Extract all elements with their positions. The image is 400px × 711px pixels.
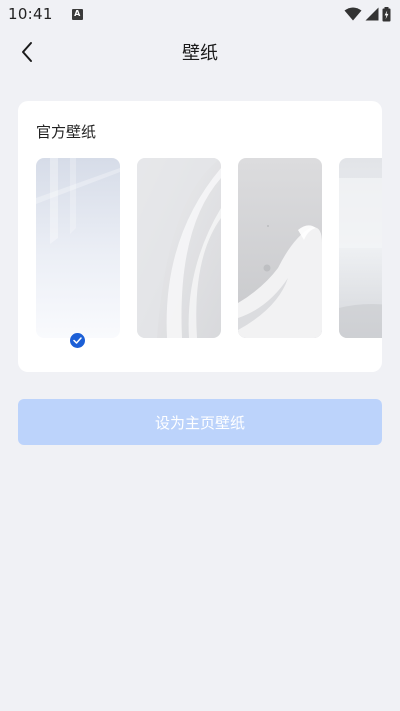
wallpaper-thumb-3[interactable] xyxy=(238,158,322,338)
wallpaper-thumb-4[interactable] xyxy=(339,158,382,338)
set-home-wallpaper-button[interactable]: 设为主页壁纸 xyxy=(18,399,382,445)
signal-icon xyxy=(365,7,379,21)
back-button[interactable] xyxy=(10,34,44,70)
page-title: 壁纸 xyxy=(182,43,218,64)
wifi-icon xyxy=(344,7,362,21)
battery-charging-icon xyxy=(382,6,391,22)
official-wallpaper-card: 官方壁纸 xyxy=(18,101,382,372)
selected-check-icon xyxy=(70,333,85,348)
wallpaper-thumb-1[interactable] xyxy=(36,158,120,338)
status-indicators xyxy=(344,6,391,22)
wallpaper-list[interactable] xyxy=(36,158,382,358)
app-bar: 壁纸 xyxy=(0,30,400,74)
chevron-left-icon xyxy=(22,42,32,62)
status-time: 10:41 xyxy=(8,5,53,23)
wallpaper-thumb-2[interactable] xyxy=(137,158,221,338)
section-title: 官方壁纸 xyxy=(36,123,97,141)
a-notification-icon: A xyxy=(71,8,83,20)
status-bar: 10:41 A xyxy=(0,0,400,28)
